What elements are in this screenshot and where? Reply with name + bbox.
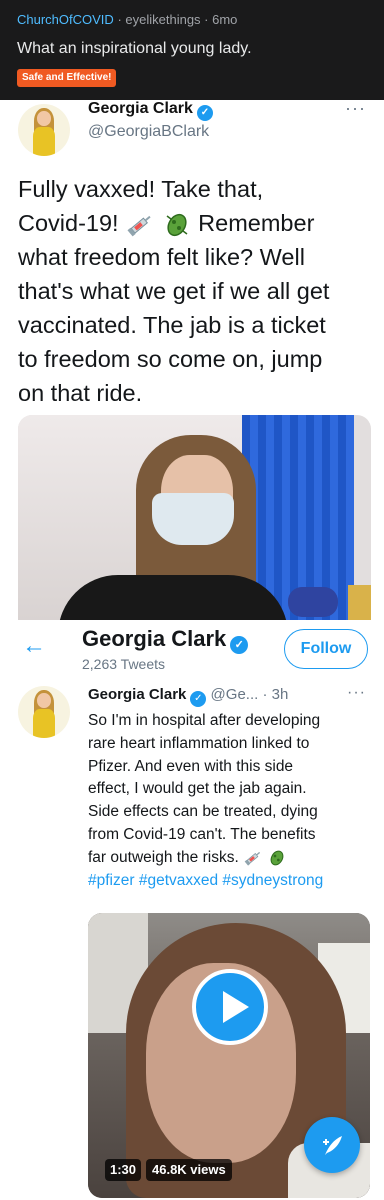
photo-glove bbox=[288, 587, 338, 617]
tweet-handle-time[interactable]: @Ge... · 3h bbox=[211, 686, 289, 703]
syringe-icon bbox=[244, 851, 261, 866]
video-duration: 1:30 bbox=[105, 1159, 142, 1181]
photo-body bbox=[58, 575, 288, 620]
tweet-line-text: far outweigh the risks. bbox=[88, 848, 239, 866]
tweet-line: from Covid-19 can't. The benefits bbox=[88, 825, 316, 843]
tweet-line: rare heart inflammation linked to bbox=[88, 734, 310, 752]
avatar-face bbox=[37, 111, 51, 126]
tweet-line-end: Remember bbox=[198, 210, 315, 236]
more-options-icon[interactable]: ··· bbox=[347, 684, 366, 702]
tweet-count: 2,263 Tweets bbox=[82, 656, 166, 672]
microbe-icon bbox=[270, 850, 284, 866]
profile-name-text: Georgia Clark bbox=[82, 626, 227, 651]
play-button[interactable] bbox=[192, 969, 268, 1045]
avatar-face bbox=[37, 693, 51, 708]
author-link[interactable]: eyelikethings bbox=[125, 12, 200, 27]
video-views: 46.8K views bbox=[146, 1159, 232, 1181]
meta-separator: · bbox=[204, 12, 213, 27]
play-icon bbox=[223, 991, 249, 1023]
compose-tweet-button[interactable] bbox=[304, 1117, 360, 1173]
tweet-line: Covid-19! Remember bbox=[18, 206, 370, 240]
tweet-author-name[interactable]: Georgia Clark ✓ bbox=[88, 100, 213, 121]
reddit-post-header: ChurchOfCOVID · eyelikethings · 6mo What… bbox=[0, 0, 384, 100]
tweet-line: Pfizer. And even with this side bbox=[88, 757, 294, 775]
post-flair[interactable]: Safe and Effective! bbox=[17, 69, 117, 87]
follow-button[interactable]: Follow bbox=[284, 629, 368, 669]
tweet-line: effect, I would get the jab again. bbox=[88, 780, 307, 798]
syringe-icon bbox=[127, 215, 151, 237]
verified-badge-icon: ✓ bbox=[196, 105, 213, 121]
author-name-text: Georgia Clark bbox=[88, 100, 193, 117]
tweet-photo[interactable] bbox=[18, 415, 371, 620]
post-age: 6mo bbox=[212, 12, 238, 27]
more-options-icon[interactable]: ··· bbox=[345, 98, 366, 119]
profile-name: Georgia Clark ✓ bbox=[82, 626, 249, 654]
tweet-line: Side effects can be treated, dying bbox=[88, 803, 318, 821]
photo-mask bbox=[152, 493, 234, 545]
tweet-author-handle[interactable]: @GeorgiaBClark bbox=[88, 123, 209, 141]
tweet-line: to freedom so come on, jump bbox=[18, 346, 323, 372]
avatar[interactable] bbox=[18, 104, 70, 156]
tweet-header: Georgia Clark ✓ @Ge... · 3h bbox=[88, 686, 288, 707]
hashtags[interactable]: #pfizer #getvaxxed #sydneystrong bbox=[88, 870, 378, 893]
microbe-icon bbox=[166, 213, 188, 236]
tweet-line: vaccinated. The jab is a ticket bbox=[18, 312, 326, 338]
photo-light bbox=[348, 585, 371, 620]
subreddit-link[interactable]: ChurchOfCOVID bbox=[17, 12, 114, 27]
avatar[interactable] bbox=[18, 686, 70, 738]
tweet-line: that's what we get if we all get bbox=[18, 278, 330, 304]
tweet-line: on that ride. bbox=[18, 380, 143, 406]
tweet-author-name[interactable]: Georgia Clark bbox=[88, 686, 186, 703]
avatar-dress bbox=[32, 709, 56, 738]
tweet-line-start: Covid-19! bbox=[18, 210, 119, 236]
tweet-line: So I'm in hospital after developing bbox=[88, 712, 321, 729]
tweet-line: what freedom felt like? Well bbox=[18, 244, 305, 270]
avatar-dress bbox=[32, 127, 56, 156]
compose-tweet-icon bbox=[323, 1135, 342, 1155]
post-title[interactable]: What an inspirational young lady. bbox=[17, 40, 252, 58]
verified-badge-icon: ✓ bbox=[230, 636, 249, 654]
back-arrow-icon[interactable]: ← bbox=[22, 632, 46, 660]
verified-badge-icon: ✓ bbox=[190, 691, 207, 707]
post-meta: ChurchOfCOVID · eyelikethings · 6mo bbox=[17, 12, 237, 27]
tweet-text: Fully vaxxed! Take that, Covid-19! Remem… bbox=[18, 172, 370, 410]
tweet-line: far outweigh the risks. bbox=[88, 847, 378, 870]
tweet-text: So I'm in hospital after developing rare… bbox=[88, 710, 378, 892]
tweet-line: Fully vaxxed! Take that, bbox=[18, 176, 264, 202]
